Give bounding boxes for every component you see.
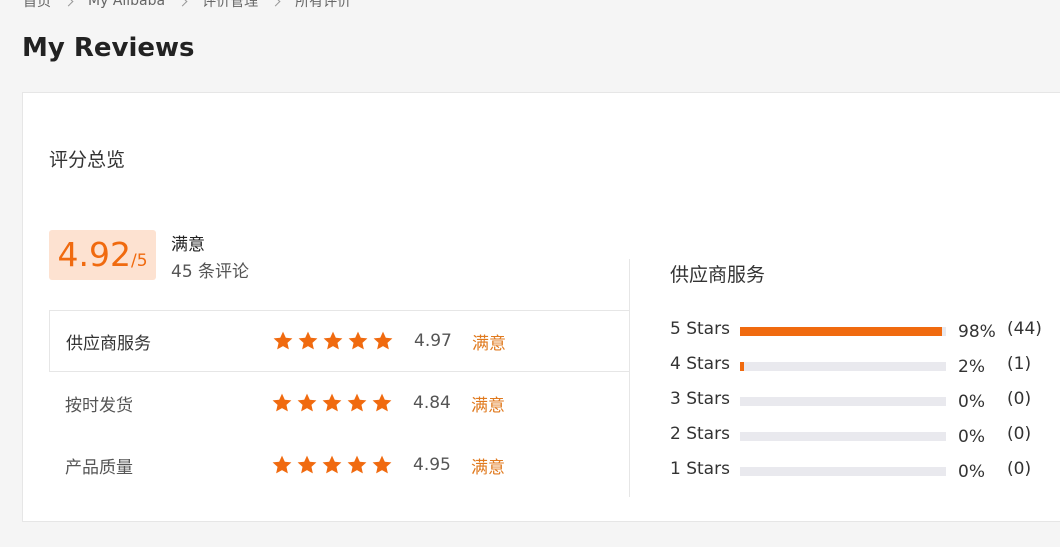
rating-overview-card: 评分总览 4.92 /5 满意 45 条评论 供应商服务 4.97 满意 按时发…: [22, 92, 1060, 522]
star-icon: [321, 454, 343, 476]
star-icon: [296, 454, 318, 476]
star-rating: [271, 392, 393, 414]
distribution-percent: 0%: [958, 427, 985, 447]
rating-row-product-quality[interactable]: 产品质量 4.95 满意: [49, 434, 629, 496]
distribution-label: 5 Stars: [670, 319, 730, 339]
distribution-row-2-stars: 2 Stars 0% (0): [670, 422, 1060, 457]
star-icon: [371, 454, 393, 476]
star-icon: [346, 392, 368, 414]
distribution-bar-track: [740, 362, 946, 371]
overall-score-badge: 4.92 /5: [49, 230, 156, 280]
star-icon: [321, 392, 343, 414]
rating-word: 满意: [471, 457, 505, 478]
distribution-bar-track: [740, 467, 946, 476]
rating-label: 按时发货: [65, 395, 133, 416]
rating-categories: 供应商服务 4.97 满意 按时发货 4.84 满意 产品质量 4.95 满意: [49, 310, 629, 496]
rating-score: 4.97: [414, 331, 452, 351]
distribution-percent: 2%: [958, 357, 985, 377]
rating-row-supplier-service[interactable]: 供应商服务 4.97 满意: [49, 310, 629, 372]
star-icon: [371, 392, 393, 414]
distribution-bar-fill: [740, 327, 942, 336]
score-max: /5: [130, 251, 148, 271]
breadcrumb-my-alibaba[interactable]: My Alibaba: [88, 0, 165, 9]
distribution-row-1-stars: 1 Stars 0% (0): [670, 457, 1060, 492]
star-rating: [272, 330, 394, 352]
reviews-page: 首页 My Alibaba 评价管理 所有评价 My Reviews 评分总览 …: [0, 0, 1060, 547]
distribution-percent: 98%: [958, 322, 996, 342]
star-rating: [271, 454, 393, 476]
distribution-count: (0): [1007, 424, 1032, 444]
star-icon: [271, 454, 293, 476]
star-icon: [372, 330, 394, 352]
overall-rating-word: 满意: [171, 235, 205, 255]
star-icon: [272, 330, 294, 352]
distribution-bar-track: [740, 327, 946, 336]
star-icon: [297, 330, 319, 352]
chevron-right-icon: [63, 0, 74, 6]
rating-label: 供应商服务: [66, 333, 151, 354]
rating-score: 4.95: [413, 455, 451, 475]
rating-score: 4.84: [413, 393, 451, 413]
distribution-bar-track: [740, 397, 946, 406]
distribution-row-3-stars: 3 Stars 0% (0): [670, 387, 1060, 422]
star-icon: [322, 330, 344, 352]
distribution-bar-track: [740, 432, 946, 441]
distribution-label: 1 Stars: [670, 459, 730, 479]
star-icon: [347, 330, 369, 352]
star-icon: [271, 392, 293, 414]
overview-title: 评分总览: [49, 149, 126, 171]
distribution-row-4-stars: 4 Stars 2% (1): [670, 352, 1060, 387]
distribution-count: (1): [1007, 354, 1032, 374]
page-title: My Reviews: [22, 33, 195, 63]
distribution-count: (0): [1007, 389, 1032, 409]
distribution-count: (0): [1007, 459, 1032, 479]
distribution-percent: 0%: [958, 462, 985, 482]
rating-word: 满意: [471, 395, 505, 416]
star-distribution: 5 Stars 98% (44) 4 Stars 2% (1) 3 Stars …: [670, 317, 1060, 492]
overall-score: 4.92: [57, 235, 131, 274]
rating-label: 产品质量: [65, 457, 133, 478]
rating-row-on-time-delivery[interactable]: 按时发货 4.84 满意: [49, 372, 629, 434]
breadcrumb-home[interactable]: 首页: [23, 0, 51, 11]
breadcrumb: 首页 My Alibaba 评价管理 所有评价: [23, 0, 351, 11]
distribution-bar-fill: [740, 362, 745, 371]
chevron-right-icon: [177, 0, 188, 6]
distribution-title: 供应商服务: [670, 264, 766, 286]
star-icon: [346, 454, 368, 476]
star-icon: [296, 392, 318, 414]
distribution-row-5-stars: 5 Stars 98% (44): [670, 317, 1060, 352]
chevron-right-icon: [270, 0, 281, 6]
breadcrumb-review-management[interactable]: 评价管理: [202, 0, 258, 11]
distribution-label: 4 Stars: [670, 354, 730, 374]
review-count: 45 条评论: [171, 262, 250, 282]
distribution-percent: 0%: [958, 392, 985, 412]
distribution-label: 3 Stars: [670, 389, 730, 409]
distribution-count: (44): [1007, 319, 1042, 339]
breadcrumb-all-reviews: 所有评价: [295, 0, 352, 10]
rating-word: 满意: [472, 333, 506, 354]
divider: [629, 259, 630, 497]
distribution-label: 2 Stars: [670, 424, 730, 444]
